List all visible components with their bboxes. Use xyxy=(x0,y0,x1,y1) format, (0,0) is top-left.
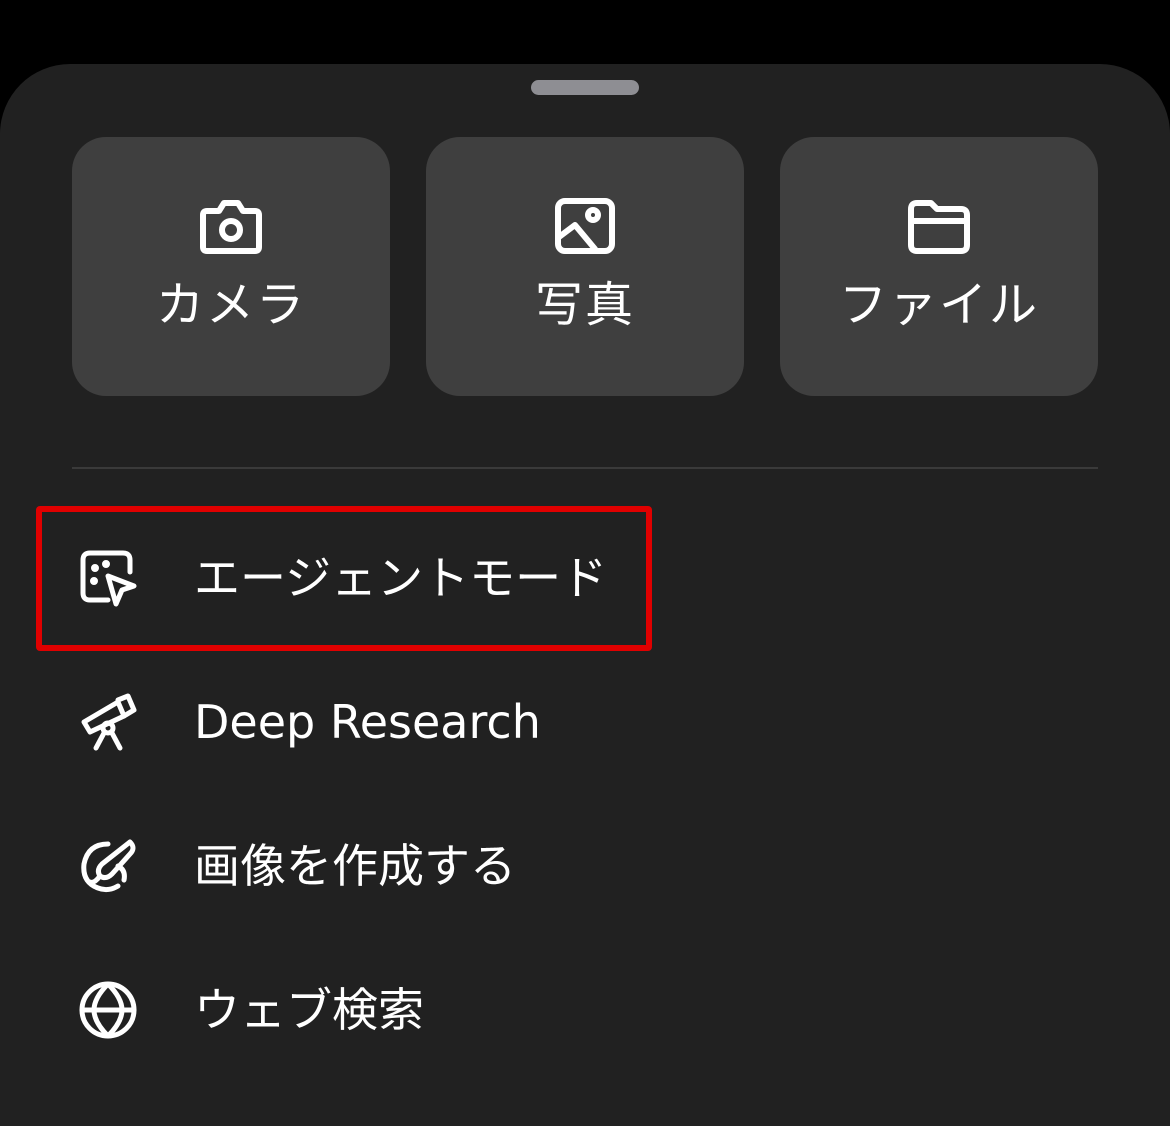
agent-cursor-icon xyxy=(78,548,138,608)
deep-research-label: Deep Research xyxy=(194,695,541,749)
menu-item-create-image[interactable]: 画像を作成する xyxy=(40,796,1098,936)
menu-item-agent-mode[interactable]: エージェントモード xyxy=(40,508,1098,648)
file-tile[interactable]: ファイル xyxy=(780,137,1098,396)
globe-icon xyxy=(78,980,138,1040)
divider xyxy=(72,467,1098,469)
camera-icon xyxy=(199,197,263,255)
telescope-icon xyxy=(78,692,138,752)
sheet-grabber[interactable] xyxy=(531,80,639,95)
create-image-label: 画像を作成する xyxy=(194,839,516,893)
menu-item-deep-research[interactable]: Deep Research xyxy=(40,652,1098,792)
photo-label: 写真 xyxy=(534,277,635,333)
attachment-tiles: カメラ 写真 ファイル xyxy=(72,137,1098,396)
menu-item-web-search[interactable]: ウェブ検索 xyxy=(40,940,1098,1080)
photo-icon xyxy=(553,197,617,255)
agent-mode-label: エージェントモード xyxy=(194,551,608,605)
camera-tile[interactable]: カメラ xyxy=(72,137,390,396)
file-label: ファイル xyxy=(838,277,1039,333)
folder-icon xyxy=(907,197,971,255)
web-search-label: ウェブ検索 xyxy=(194,983,424,1037)
photo-tile[interactable]: 写真 xyxy=(426,137,744,396)
camera-label: カメラ xyxy=(155,277,306,333)
paint-brush-icon xyxy=(78,836,138,896)
